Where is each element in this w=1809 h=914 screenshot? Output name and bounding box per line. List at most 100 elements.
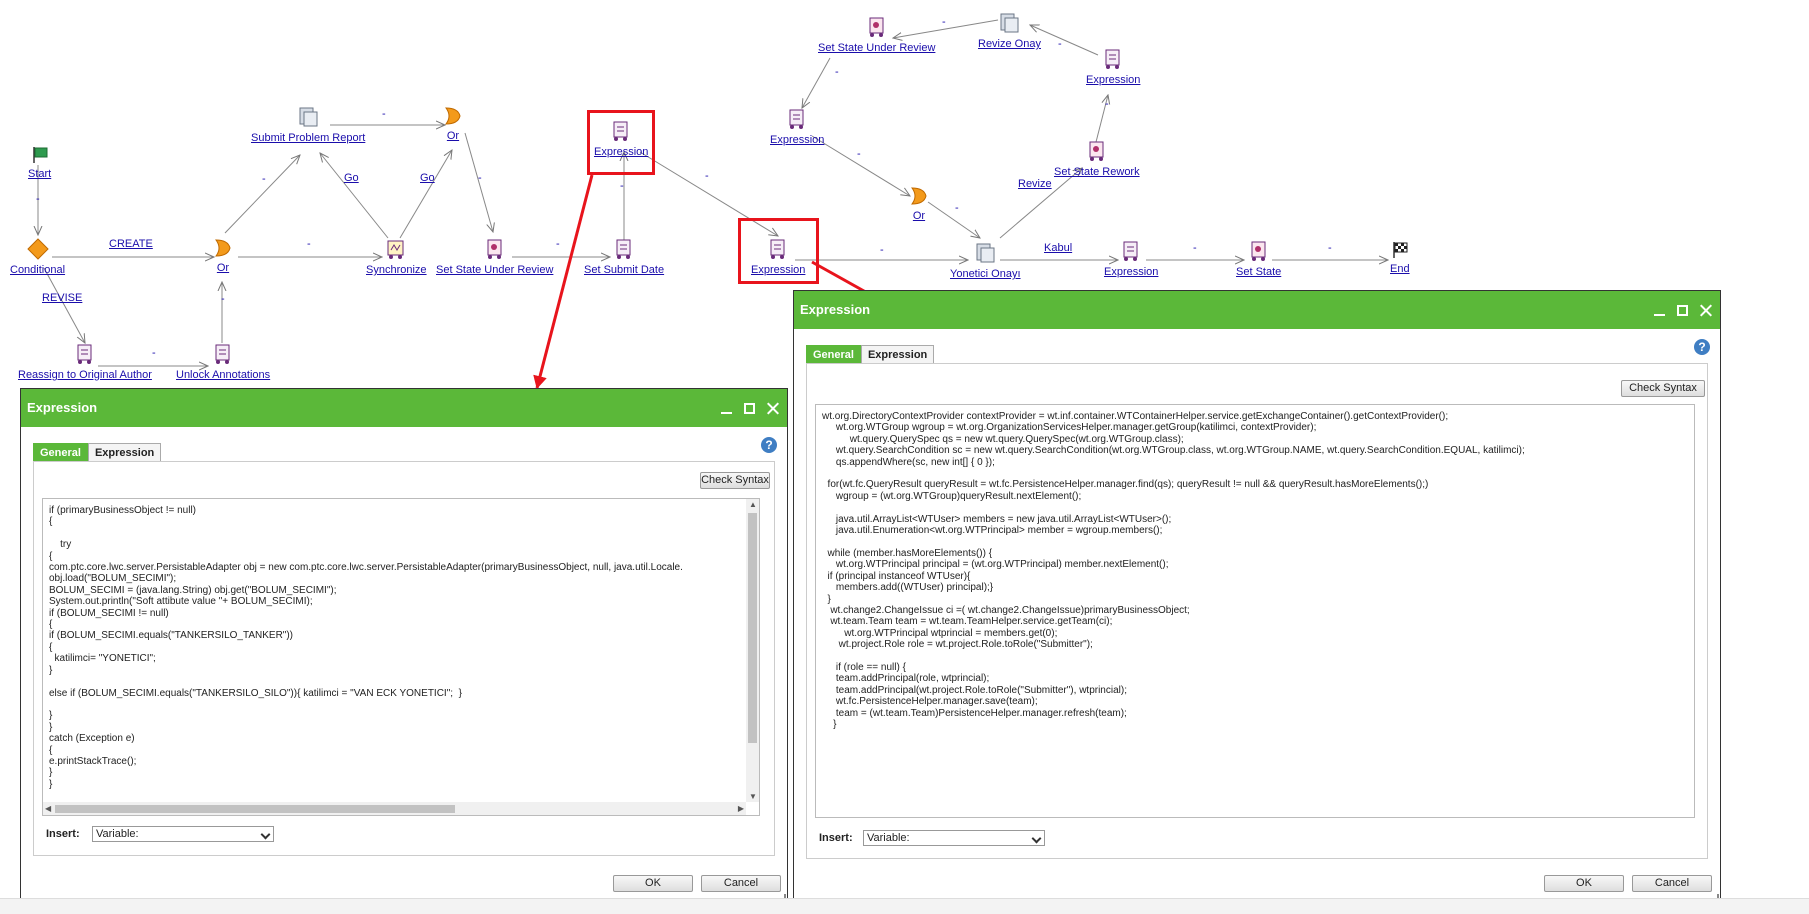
node-label[interactable]: Conditional	[10, 264, 65, 277]
node-label[interactable]: Expression	[770, 134, 824, 147]
scroll-thumb[interactable]	[55, 805, 455, 813]
node-set-state-under-review-2[interactable]: Set State Under Review	[818, 16, 935, 55]
node-or-2[interactable]: Or	[444, 106, 462, 143]
horizontal-scrollbar[interactable]: ◀ ▶	[43, 802, 746, 815]
cancel-button[interactable]: Cancel	[701, 875, 781, 892]
node-expression-5[interactable]: Expression	[1104, 240, 1158, 279]
check-syntax-button[interactable]: Check Syntax	[1621, 380, 1705, 397]
node-label[interactable]: Set Submit Date	[584, 264, 664, 277]
node-set-state-rework[interactable]: Set State Rework	[1054, 140, 1140, 179]
edge-label-create[interactable]: CREATE	[109, 238, 153, 250]
node-submit-problem-report[interactable]: Submit Problem Report	[251, 106, 365, 145]
code-editor[interactable]: if (primaryBusinessObject != null) { try…	[42, 498, 760, 816]
node-label[interactable]: Expression	[1086, 74, 1140, 87]
node-conditional[interactable]: Conditional	[10, 238, 65, 277]
or-gate-icon	[911, 187, 927, 205]
expression-robot-icon	[215, 344, 230, 364]
node-label[interactable]: Set State Under Review	[818, 42, 935, 55]
node-label[interactable]: Start	[28, 168, 51, 181]
minimize-icon[interactable]	[1653, 304, 1666, 317]
edge-sync-or2	[399, 150, 452, 239]
node-label[interactable]: Set State Rework	[1054, 166, 1140, 179]
node-label[interactable]: Or	[910, 210, 928, 223]
edge-sync-submit	[320, 153, 389, 239]
node-label[interactable]: Or	[444, 130, 462, 143]
assigned-task-icon	[299, 107, 318, 127]
node-unlock-annotations[interactable]: Unlock Annotations	[176, 343, 270, 382]
insert-variable-select[interactable]: Variable:	[92, 826, 274, 842]
close-icon[interactable]	[1699, 304, 1712, 317]
node-or-3[interactable]: Or	[910, 186, 928, 223]
tab-expression[interactable]: Expression	[860, 345, 935, 364]
edge-label: -	[1328, 242, 1332, 254]
scroll-thumb[interactable]	[748, 513, 757, 743]
maximize-icon[interactable]	[743, 402, 756, 415]
edge-label: -	[705, 170, 709, 182]
node-label[interactable]: Expression	[1104, 266, 1158, 279]
edge-label-kabul[interactable]: Kabul	[1044, 242, 1072, 254]
node-label[interactable]: Submit Problem Report	[251, 132, 365, 145]
check-syntax-button[interactable]: Check Syntax	[700, 472, 770, 489]
node-synchronize[interactable]: Synchronize	[366, 238, 427, 277]
tab-general[interactable]: General	[806, 345, 861, 364]
synchronize-icon	[387, 240, 404, 259]
vertical-scrollbar[interactable]: ▲ ▼	[746, 499, 759, 802]
edge-label: -	[880, 244, 884, 256]
ok-button[interactable]: OK	[1544, 875, 1624, 892]
page-horizontal-scrollbar[interactable]	[0, 898, 1809, 914]
edge-expr-or3	[811, 135, 910, 196]
edge-label-revise[interactable]: REVISE	[42, 292, 82, 304]
tab-general[interactable]: General	[33, 443, 88, 462]
tab-expression[interactable]: Expression	[87, 443, 162, 462]
node-or-1[interactable]: Or	[214, 238, 232, 275]
node-start[interactable]: Start	[28, 146, 51, 181]
edge-label: -	[942, 16, 946, 28]
node-expression-4[interactable]: Expression	[770, 108, 824, 147]
node-revize-onay[interactable]: Revize Onay	[978, 12, 1041, 51]
edge-label: -	[478, 172, 482, 184]
node-set-state-under-review-1[interactable]: Set State Under Review	[436, 238, 553, 277]
edge-label: -	[835, 66, 839, 78]
code-text[interactable]: wt.org.DirectoryContextProvider contextP…	[816, 405, 1694, 730]
node-set-submit-date[interactable]: Set Submit Date	[584, 238, 664, 277]
node-label[interactable]: Set State Under Review	[436, 264, 553, 277]
node-label[interactable]: Yonetici Onayı	[950, 268, 1021, 281]
dialog-title: Expression	[27, 400, 98, 415]
edge-or-submit	[224, 155, 300, 234]
dialog-title: Expression	[800, 302, 871, 317]
node-label[interactable]: Synchronize	[366, 264, 427, 277]
node-reassign[interactable]: Reassign to Original Author	[18, 343, 152, 382]
assigned-task-icon	[1000, 13, 1019, 33]
close-icon[interactable]	[766, 402, 779, 415]
insert-variable-select[interactable]: Variable:	[863, 830, 1045, 846]
help-icon[interactable]: ?	[761, 437, 777, 453]
node-label[interactable]: Reassign to Original Author	[18, 369, 152, 382]
assigned-task-icon	[976, 243, 995, 263]
expression-panel: Check Syntax wt.org.DirectoryContextProv…	[806, 363, 1708, 859]
node-label[interactable]: End	[1390, 263, 1410, 276]
node-label[interactable]: Set State	[1236, 266, 1281, 279]
set-state-icon	[1089, 141, 1104, 161]
node-yonetici-onayi[interactable]: Yonetici Onayı	[950, 242, 1021, 281]
code-text[interactable]: if (primaryBusinessObject != null) { try…	[43, 499, 759, 790]
node-label[interactable]: Revize Onay	[978, 38, 1041, 51]
node-end[interactable]: End	[1390, 241, 1410, 276]
help-icon[interactable]: ?	[1694, 339, 1710, 355]
minimize-icon[interactable]	[720, 402, 733, 415]
node-set-state[interactable]: Set State	[1236, 240, 1281, 279]
edge-label-revize[interactable]: Revize	[1018, 178, 1052, 190]
node-label[interactable]: Unlock Annotations	[176, 369, 270, 382]
edge-label-go[interactable]: Go	[420, 172, 435, 184]
insert-label: Insert:	[46, 828, 80, 840]
maximize-icon[interactable]	[1676, 304, 1689, 317]
node-label[interactable]: Or	[214, 262, 232, 275]
ok-button[interactable]: OK	[613, 875, 693, 892]
edge-label-go[interactable]: Go	[344, 172, 359, 184]
node-expression-3[interactable]: Expression	[1086, 48, 1140, 87]
expression-dialog-left: Expression ? General Expression Check Sy…	[20, 388, 788, 906]
cancel-button[interactable]: Cancel	[1632, 875, 1712, 892]
code-editor[interactable]: wt.org.DirectoryContextProvider contextP…	[815, 404, 1695, 818]
dialog-title-bar[interactable]: Expression	[21, 389, 787, 427]
dialog-title-bar[interactable]: Expression	[794, 291, 1720, 329]
highlight-box-expression-2	[738, 218, 819, 284]
